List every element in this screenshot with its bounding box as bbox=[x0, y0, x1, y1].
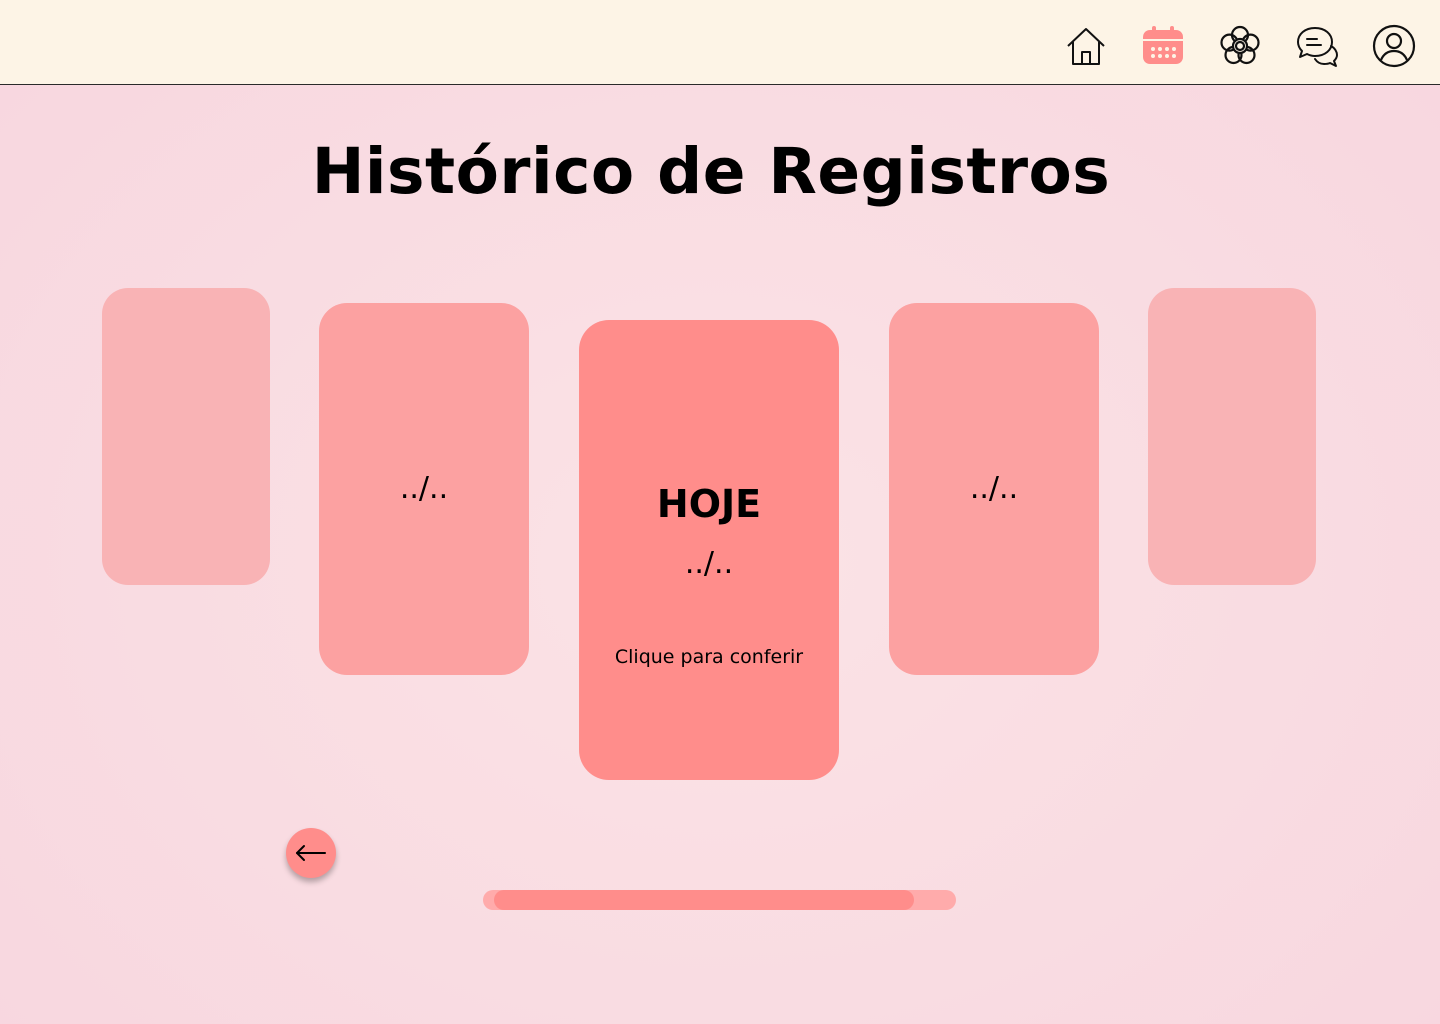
record-card-far-left[interactable] bbox=[102, 288, 270, 585]
page-title: Histórico de Registros bbox=[311, 135, 1111, 208]
record-card-date: ../.. bbox=[399, 471, 449, 506]
flower-icon[interactable] bbox=[1217, 23, 1263, 69]
profile-icon[interactable] bbox=[1371, 23, 1417, 69]
record-card-next[interactable]: ../.. bbox=[889, 303, 1099, 675]
home-icon[interactable] bbox=[1063, 23, 1109, 69]
record-card-far-right[interactable] bbox=[1148, 288, 1316, 585]
record-card-today[interactable]: HOJE ../.. Clique para conferir bbox=[579, 320, 839, 780]
carousel-scrollbar-thumb[interactable] bbox=[494, 890, 914, 910]
record-card-date: ../.. bbox=[969, 471, 1019, 506]
chat-icon[interactable] bbox=[1294, 23, 1340, 69]
record-card-cta: Clique para conferir bbox=[614, 646, 804, 668]
record-card-heading: HOJE bbox=[656, 482, 762, 526]
back-button[interactable] bbox=[286, 828, 336, 878]
top-nav-bar bbox=[0, 0, 1440, 85]
carousel-scrollbar[interactable] bbox=[483, 890, 956, 910]
record-card-previous[interactable]: ../.. bbox=[319, 303, 529, 675]
record-card-date: ../.. bbox=[684, 546, 734, 581]
calendar-icon[interactable] bbox=[1140, 23, 1186, 69]
arrow-left-icon bbox=[296, 845, 326, 861]
